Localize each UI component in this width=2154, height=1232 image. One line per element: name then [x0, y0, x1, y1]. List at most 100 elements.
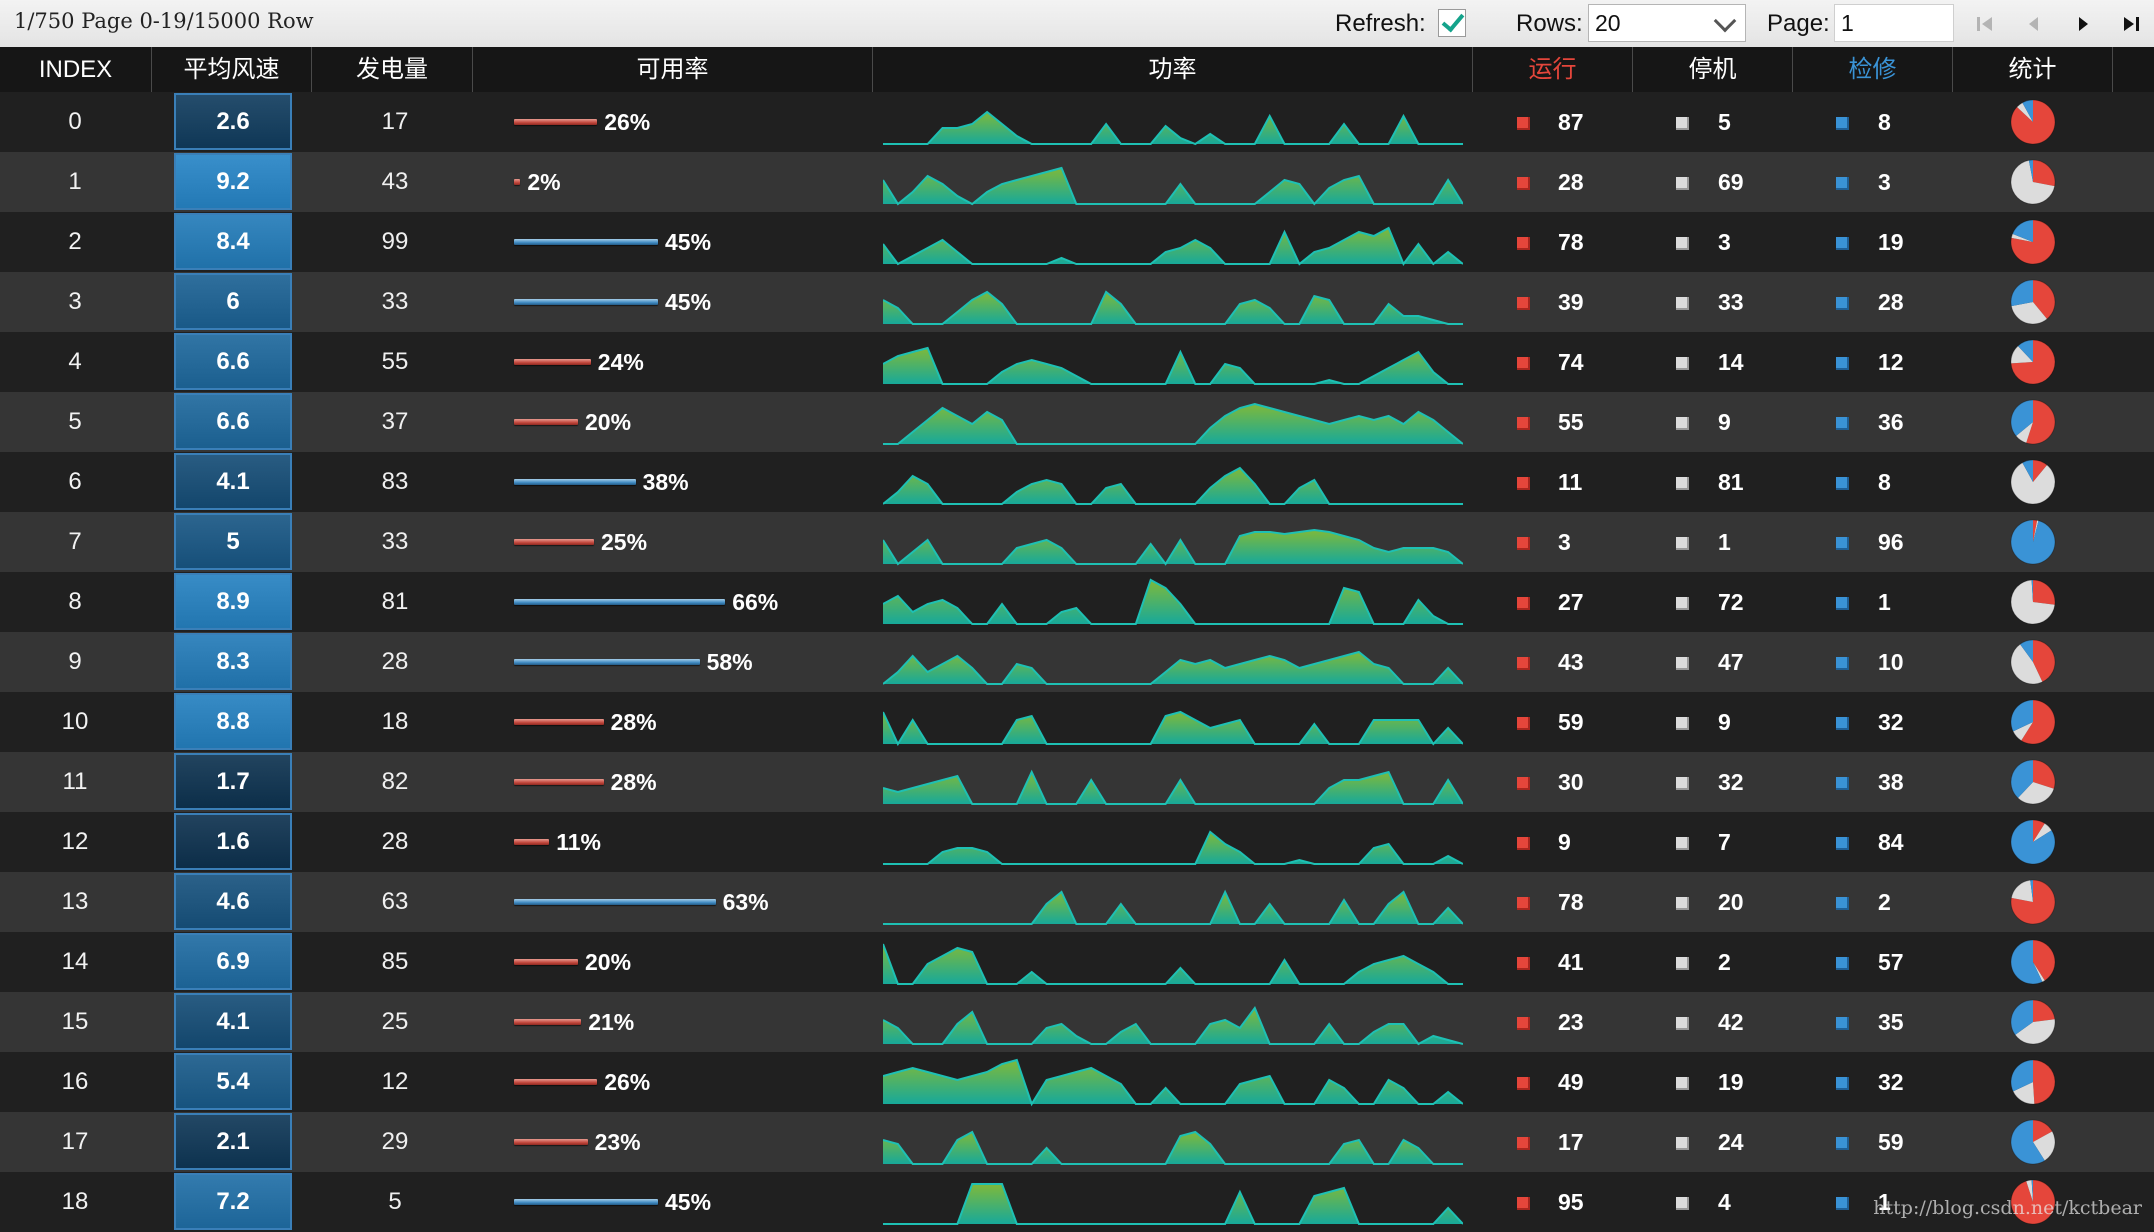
- table-row[interactable]: 16 5.4 12 26% 49 19 32: [0, 1052, 2154, 1112]
- wind-speed-cell: 8.4: [174, 213, 292, 270]
- wind-speed-cell: 2.6: [174, 93, 292, 150]
- last-page-icon: [2124, 17, 2139, 31]
- rows-select[interactable]: 20: [1588, 4, 1746, 42]
- running-count: 55: [1558, 409, 1584, 435]
- running-count: 95: [1558, 1189, 1584, 1215]
- power-sparkline: [883, 710, 1463, 747]
- refresh-label: Refresh:: [1335, 10, 1426, 37]
- column-header-stopped[interactable]: 停机: [1633, 47, 1793, 92]
- status-pie-chart: [2010, 999, 2056, 1045]
- status-pie-chart: [2010, 279, 2056, 325]
- index-cell: 10: [61, 708, 89, 735]
- sparkline-area: [883, 468, 1463, 504]
- stopped-marker-icon: [1676, 537, 1689, 550]
- sparkline-line: [883, 466, 1463, 505]
- sparkline-area: [883, 580, 1463, 624]
- availability-bar: [514, 479, 636, 485]
- maintenance-marker-icon: [1836, 117, 1849, 130]
- wind-speed-cell: 5: [174, 513, 292, 570]
- column-header-running[interactable]: 运行: [1473, 47, 1633, 92]
- column-header-statistics[interactable]: 统计: [1953, 47, 2113, 92]
- running-marker-icon: [1517, 657, 1530, 670]
- availability-bar: [514, 899, 716, 905]
- index-cell: 18: [61, 1188, 89, 1215]
- next-page-button[interactable]: [2068, 10, 2098, 38]
- table-row[interactable]: 0 2.6 17 26% 87 5 8: [0, 92, 2154, 152]
- stopped-marker-icon: [1676, 777, 1689, 790]
- sparkline-area: [883, 712, 1463, 744]
- availability-percent: 26%: [604, 1069, 651, 1095]
- running-marker-icon: [1517, 957, 1530, 970]
- power-sparkline: [883, 769, 1463, 805]
- availability-bar: [514, 119, 598, 125]
- stopped-marker-icon: [1676, 297, 1689, 310]
- maintenance-count: 12: [1878, 349, 1904, 375]
- first-page-button[interactable]: [1970, 10, 2000, 38]
- pie-slice-running: [2033, 160, 2055, 187]
- availability-bar: [514, 179, 521, 185]
- status-pie-chart: [2010, 759, 2056, 805]
- table-row[interactable]: 14 6.9 85 20% 41 2 57: [0, 932, 2154, 992]
- table-row[interactable]: 5 6.6 37 20% 55 9 36: [0, 392, 2154, 452]
- running-marker-icon: [1517, 357, 1530, 370]
- power-sparkline: [883, 889, 1463, 925]
- table-row[interactable]: 12 1.6 28 11% 9 7 84: [0, 812, 2154, 872]
- table-row[interactable]: 6 4.1 83 38% 11 81 8: [0, 452, 2154, 512]
- table-row[interactable]: 9 8.3 28 58% 43 47 10: [0, 632, 2154, 692]
- index-cell: 15: [61, 1008, 89, 1035]
- maintenance-marker-icon: [1836, 1017, 1849, 1030]
- sparkline-area: [883, 530, 1463, 564]
- table-row[interactable]: 15 4.1 25 21% 23 42 35: [0, 992, 2154, 1052]
- stopped-marker-icon: [1676, 417, 1689, 430]
- last-page-button[interactable]: [2116, 10, 2146, 38]
- status-pie-chart: [2010, 459, 2056, 505]
- power-output-cell: 81: [381, 588, 409, 615]
- running-marker-icon: [1517, 417, 1530, 430]
- stopped-marker-icon: [1676, 1077, 1689, 1090]
- table-row[interactable]: 4 6.6 55 24% 74 14 12: [0, 332, 2154, 392]
- power-sparkline: [883, 110, 1463, 146]
- availability-bar: [514, 299, 658, 305]
- stopped-marker-icon: [1676, 117, 1689, 130]
- table-row[interactable]: 10 8.8 18 28% 59 9 32: [0, 692, 2154, 752]
- power-sparkline: [883, 650, 1463, 685]
- index-cell: 4: [68, 348, 82, 375]
- column-header-power[interactable]: 功率: [873, 47, 1473, 92]
- column-header-maintenance[interactable]: 检修: [1793, 47, 1953, 92]
- stopped-count: 19: [1718, 1069, 1744, 1095]
- previous-page-button[interactable]: [2019, 10, 2049, 38]
- table-row[interactable]: 13 4.6 63 63% 78 20 2: [0, 872, 2154, 932]
- availability-percent: 28%: [610, 769, 657, 795]
- table-row[interactable]: 18 7.2 5 45% 95 4 1: [0, 1172, 2154, 1232]
- table-row[interactable]: 1 9.2 43 2% 28 69 3: [0, 152, 2154, 212]
- availability-bar: [514, 659, 700, 665]
- table-row[interactable]: 8 8.9 81 66% 27 72 1: [0, 572, 2154, 632]
- power-sparkline: [883, 1005, 1463, 1046]
- column-header-index[interactable]: INDEX: [0, 47, 152, 92]
- index-cell: 1: [68, 168, 82, 195]
- availability-bar: [514, 839, 550, 845]
- table-row[interactable]: 2 8.4 99 45% 78 3 19: [0, 212, 2154, 272]
- page-input[interactable]: 1: [1834, 4, 1954, 42]
- table-row[interactable]: 11 1.7 82 28% 30 32 38: [0, 752, 2154, 812]
- column-header-wind-speed[interactable]: 平均风速: [152, 47, 312, 92]
- stopped-marker-icon: [1676, 717, 1689, 730]
- table-row[interactable]: 17 2.1 29 23% 17 24 59: [0, 1112, 2154, 1172]
- power-output-cell: 28: [381, 648, 409, 675]
- status-pie-chart: [2010, 639, 2056, 685]
- table-row[interactable]: 3 6 33 45% 39 33 28: [0, 272, 2154, 332]
- column-header-power-output[interactable]: 发电量: [312, 47, 473, 92]
- maintenance-marker-icon: [1836, 477, 1849, 490]
- column-header-availability[interactable]: 可用率: [473, 47, 873, 92]
- table-row[interactable]: 7 5 33 25% 3 1 96: [0, 512, 2154, 572]
- refresh-checkbox[interactable]: [1438, 9, 1466, 37]
- sparkline-area: [883, 404, 1463, 444]
- maintenance-marker-icon: [1836, 1077, 1849, 1090]
- running-count: 74: [1558, 349, 1584, 375]
- stopped-marker-icon: [1676, 957, 1689, 970]
- power-sparkline: [883, 578, 1463, 625]
- maintenance-marker-icon: [1836, 957, 1849, 970]
- wind-speed-cell: 6.6: [174, 333, 292, 390]
- wind-speed-cell: 6.6: [174, 393, 292, 450]
- wind-speed-cell: 7.2: [174, 1173, 292, 1230]
